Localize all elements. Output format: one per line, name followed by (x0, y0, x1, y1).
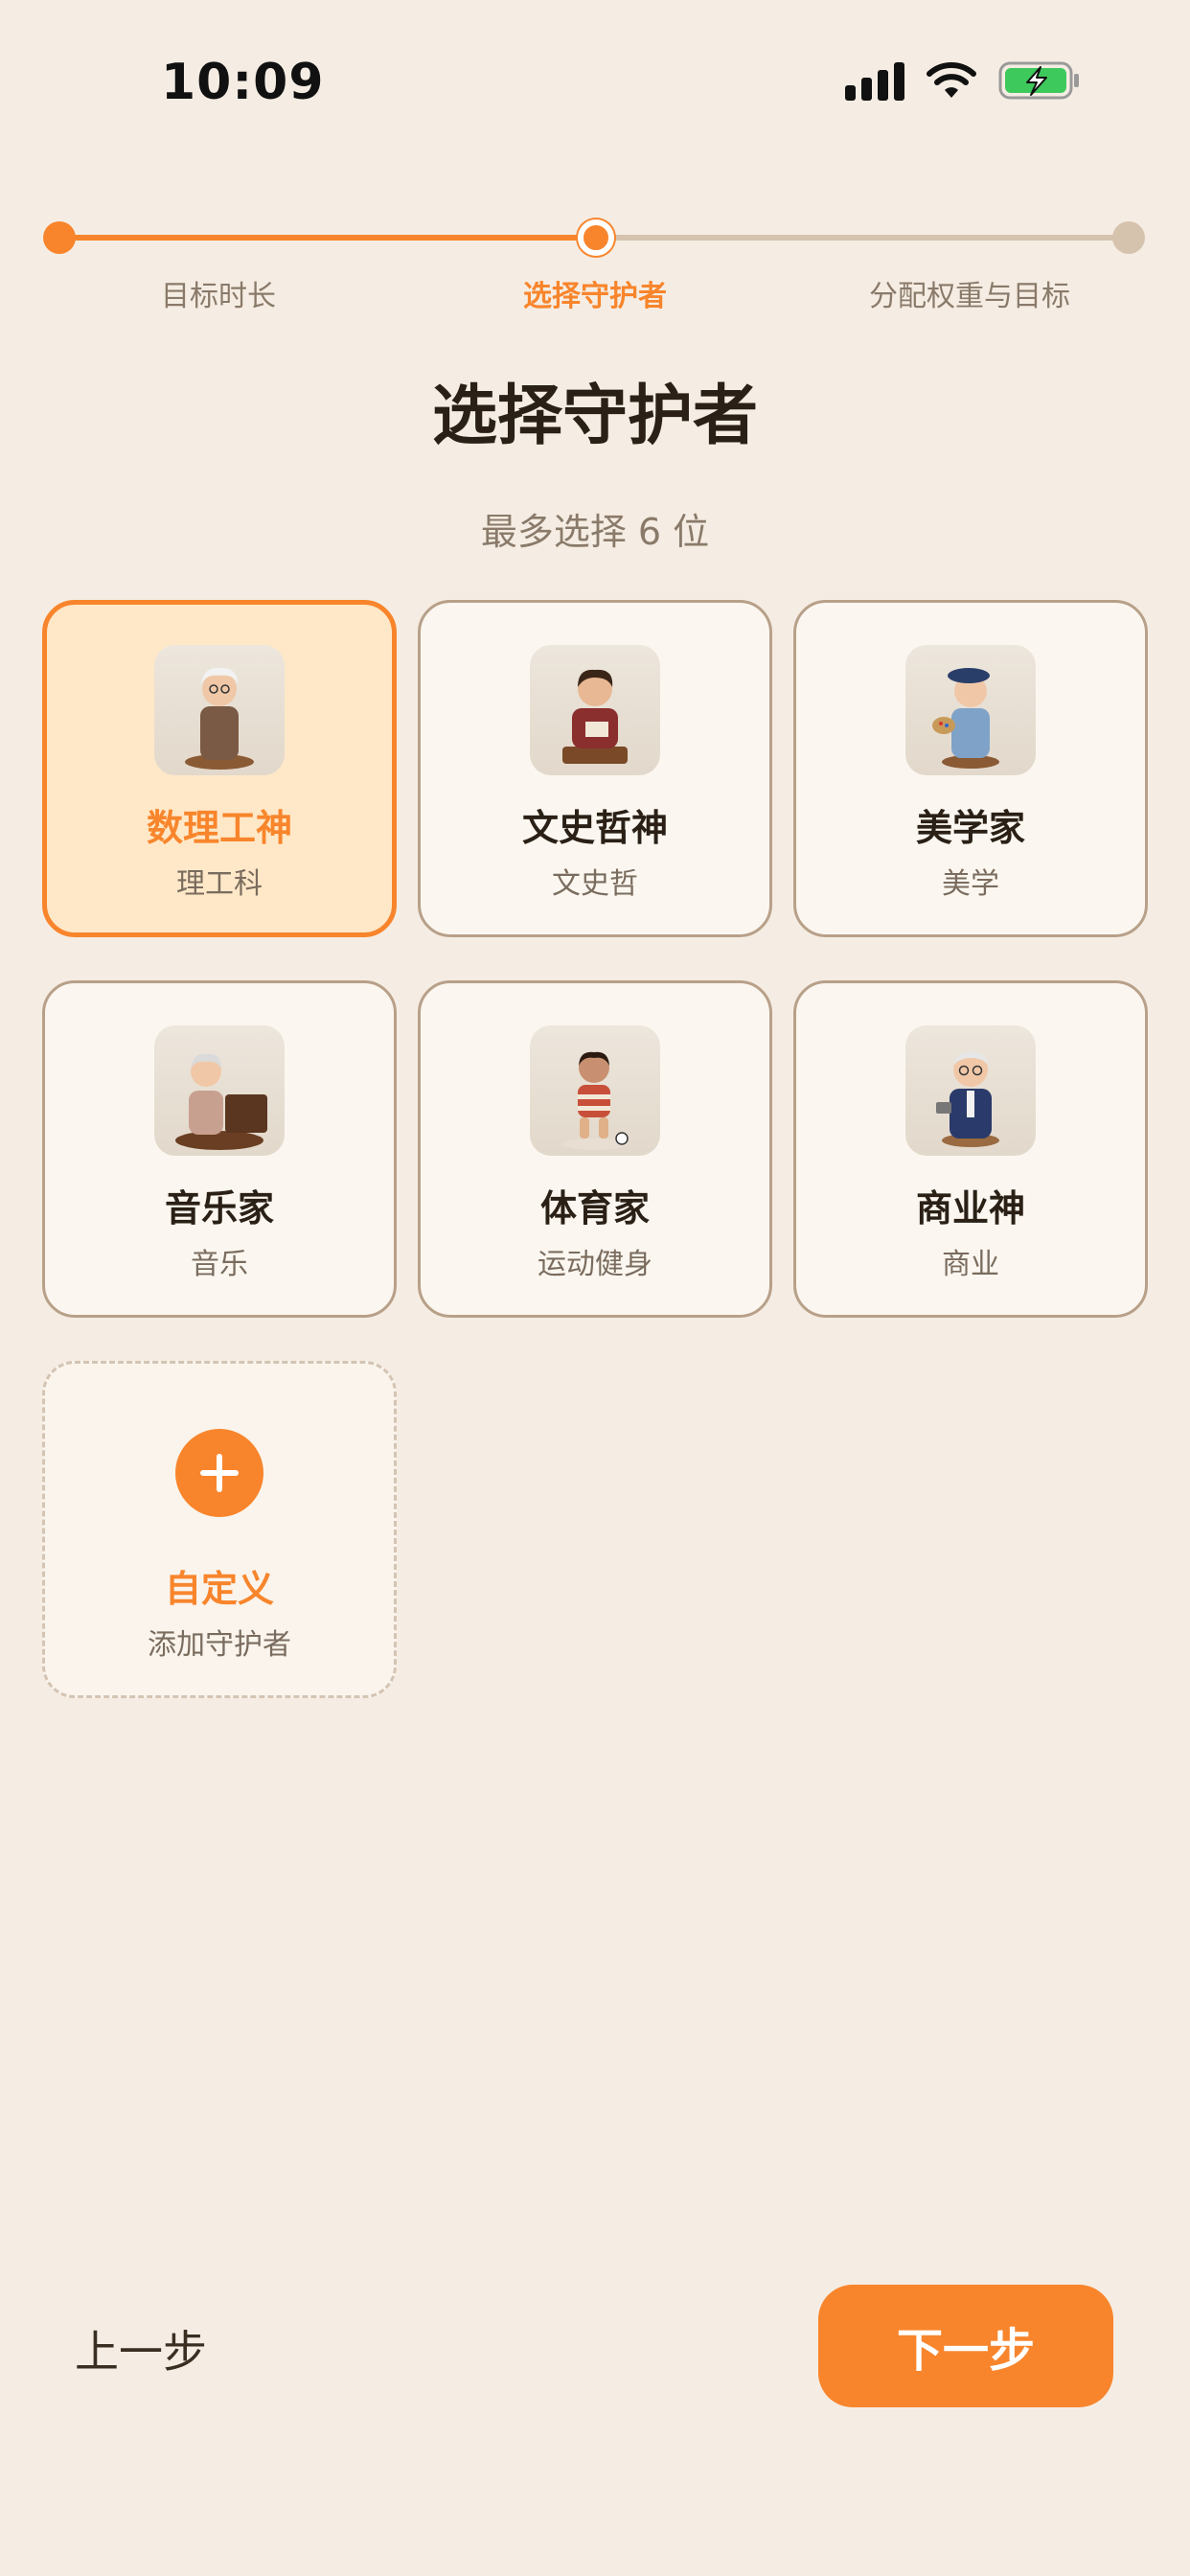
step-dot-3 (1112, 221, 1145, 254)
signal-icon (845, 60, 904, 101)
guardian-category: 运动健身 (538, 1248, 652, 1281)
step-label-weights: 分配权重与目标 (869, 280, 1070, 313)
businessman-figurine-icon (905, 1025, 1036, 1156)
athlete-figurine-icon (530, 1025, 660, 1156)
step-label-duration: 目标时长 (161, 280, 276, 313)
page-title: 选择守护者 (431, 379, 758, 454)
guardian-name: 文史哲神 (521, 807, 668, 849)
guardian-card-math[interactable]: 数理工神 理工科 (42, 600, 397, 937)
guardian-card-sports[interactable]: 体育家 运动健身 (418, 980, 772, 1318)
back-button[interactable]: 上一步 (75, 2317, 207, 2380)
status-icons (845, 59, 1081, 102)
next-button[interactable]: 下一步 (818, 2285, 1113, 2407)
status-time: 10:09 (161, 54, 325, 111)
guardian-card-music[interactable]: 音乐家 音乐 (42, 980, 397, 1318)
stepper-track-remaining (596, 235, 1129, 241)
custom-title: 自定义 (164, 1568, 274, 1610)
status-bar: 10:09 (0, 0, 1190, 172)
wifi-icon (926, 61, 977, 100)
guardian-card-aesthetics[interactable]: 美学家 美学 (793, 600, 1148, 937)
guardian-category: 美学 (942, 867, 999, 901)
step-dot-1 (43, 221, 76, 254)
guardian-category: 商业 (942, 1248, 999, 1281)
guardian-name: 数理工神 (146, 807, 292, 849)
custom-guardian-card[interactable]: 自定义 添加守护者 (42, 1361, 397, 1698)
battery-charging-icon (998, 59, 1081, 102)
guardian-card-business[interactable]: 商业神 商业 (793, 980, 1148, 1318)
guardian-category: 文史哲 (552, 867, 638, 901)
progress-stepper: 目标时长 选择守护者 分配权重与目标 (0, 213, 1190, 328)
add-icon (175, 1429, 263, 1517)
scientist-figurine-icon (154, 645, 285, 775)
guardian-category: 理工科 (176, 867, 263, 901)
step-label-guardians: 选择守护者 (523, 280, 667, 313)
guardian-name: 体育家 (539, 1187, 650, 1230)
guardian-name: 音乐家 (164, 1187, 274, 1230)
stepper-track-done (59, 235, 596, 241)
writer-figurine-icon (530, 645, 660, 775)
guardian-card-humanities[interactable]: 文史哲神 文史哲 (418, 600, 772, 937)
guardian-category: 音乐 (191, 1248, 248, 1281)
custom-subtitle: 添加守护者 (148, 1628, 291, 1662)
step-dot-2-current (578, 219, 614, 256)
musician-figurine-icon (154, 1025, 285, 1156)
guardian-name: 商业神 (915, 1187, 1025, 1230)
guardian-name: 美学家 (915, 807, 1025, 849)
page-subtitle: 最多选择 6 位 (480, 511, 710, 553)
painter-figurine-icon (905, 645, 1036, 775)
